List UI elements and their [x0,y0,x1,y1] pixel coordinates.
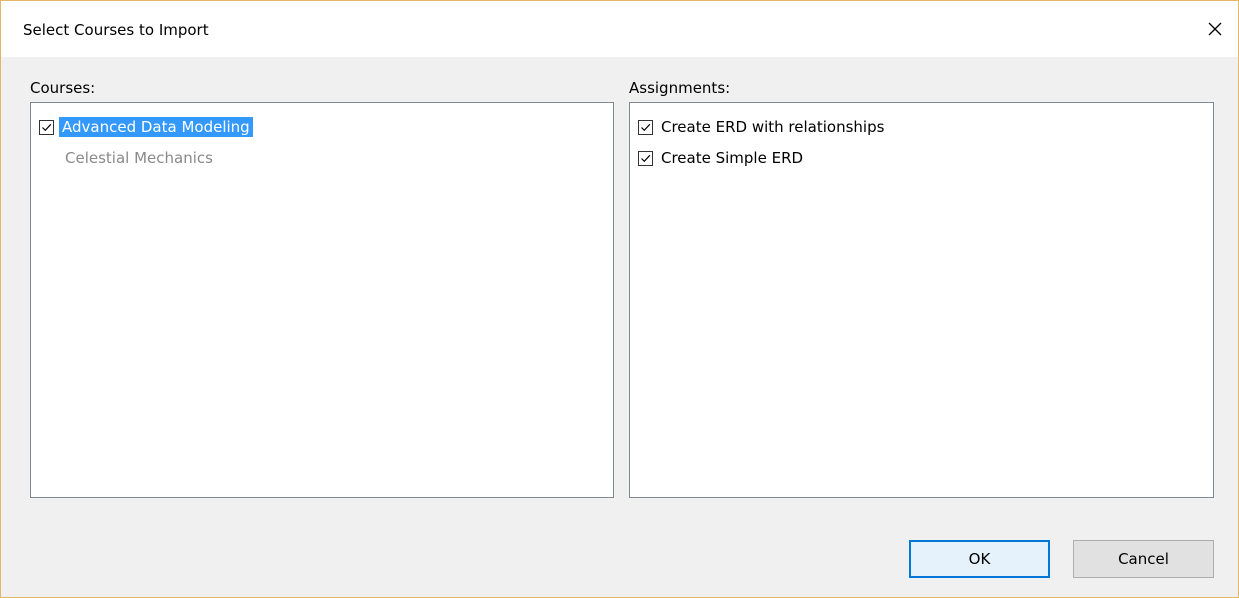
checkmark-icon [42,123,52,131]
course-item-celestial-mechanics: Celestial Mechanics [39,146,216,170]
assignment-checkbox[interactable] [638,119,653,135]
assignments-listbox[interactable]: Create ERD with relationships Create Sim… [629,102,1214,498]
checkmark-icon [641,154,651,162]
assignment-item-simple-erd[interactable]: Create Simple ERD [638,146,806,170]
course-checkbox[interactable] [39,119,54,135]
assignment-item-label: Create ERD with relationships [661,118,885,136]
assignment-item-label: Create Simple ERD [661,149,804,167]
close-button[interactable] [1192,1,1238,57]
title-bar: Select Courses to Import [1,1,1238,57]
import-dialog: Select Courses to Import Courses: Advanc… [0,0,1239,598]
course-item-advanced-data-modeling[interactable]: Advanced Data Modeling [39,115,253,139]
ok-button[interactable]: OK [909,540,1050,578]
courses-label: Courses: [30,79,96,97]
cancel-button[interactable]: Cancel [1073,540,1214,578]
assignments-label: Assignments: [629,79,731,97]
assignment-checkbox[interactable] [638,150,653,166]
course-item-label: Celestial Mechanics [65,149,213,167]
dialog-title: Select Courses to Import [23,21,209,39]
checkmark-icon [641,123,651,131]
assignment-item-erd-with-relationships[interactable]: Create ERD with relationships [638,115,887,139]
courses-listbox[interactable]: Advanced Data Modeling Celestial Mechani… [30,102,614,498]
course-item-label: Advanced Data Modeling [59,117,253,137]
close-icon [1208,22,1222,36]
